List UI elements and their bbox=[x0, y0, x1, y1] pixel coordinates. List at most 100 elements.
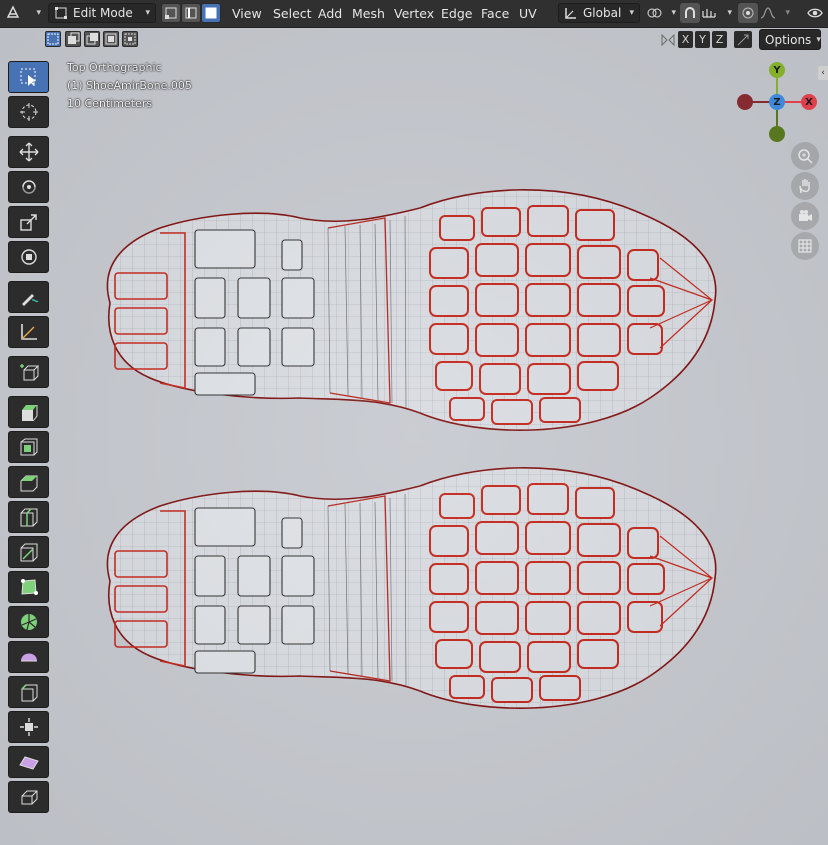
select-box-icon bbox=[20, 68, 36, 86]
view-name: Top Orthographic bbox=[67, 61, 162, 74]
tool-annotate[interactable] bbox=[8, 281, 49, 313]
chevron-down-icon: ▾ bbox=[816, 34, 821, 45]
select-difference-icon bbox=[105, 33, 117, 45]
editor-type-dropdown[interactable]: ▾ bbox=[5, 3, 41, 23]
gizmo-z-axis[interactable]: Z bbox=[769, 94, 785, 110]
edge-select-icon bbox=[185, 7, 197, 19]
shoe-soles-mesh bbox=[106, 188, 717, 710]
tool-extrude[interactable] bbox=[8, 396, 49, 428]
menu-add[interactable]: Add bbox=[313, 3, 347, 23]
menu-select[interactable]: Select bbox=[268, 3, 317, 23]
annotate-icon bbox=[21, 294, 38, 306]
menu-vertex[interactable]: Vertex bbox=[389, 3, 439, 23]
select-mode-new[interactable] bbox=[45, 31, 61, 47]
camera-view-button[interactable] bbox=[791, 202, 819, 230]
snap-increment-icon bbox=[702, 9, 716, 18]
falloff-curve-icon bbox=[760, 7, 776, 19]
vertex-select-icon bbox=[165, 7, 177, 19]
tool-knife[interactable] bbox=[8, 536, 49, 568]
chevron-down-icon: ▾ bbox=[36, 8, 41, 18]
tool-cursor[interactable] bbox=[8, 96, 49, 128]
tool-bevel[interactable] bbox=[8, 466, 49, 498]
tool-edge-slide[interactable] bbox=[8, 676, 49, 708]
tool-poly-build[interactable] bbox=[8, 571, 49, 603]
tool-rotate[interactable] bbox=[8, 171, 49, 203]
proportional-edit-toggle[interactable] bbox=[738, 3, 758, 23]
chevron-down-icon: ▾ bbox=[785, 8, 790, 18]
menu-mesh[interactable]: Mesh bbox=[347, 3, 390, 23]
select-intersect-icon bbox=[124, 33, 136, 45]
ortho-toggle-button[interactable] bbox=[791, 232, 819, 260]
rip-region-icon bbox=[21, 790, 37, 805]
grid-scale: 10 Centimeters bbox=[67, 97, 153, 110]
tool-rip-region[interactable] bbox=[8, 781, 49, 813]
tool-add-cube[interactable] bbox=[8, 356, 49, 388]
pivot-point-dropdown[interactable]: ▾ bbox=[646, 3, 676, 23]
tool-shrink-fatten[interactable] bbox=[8, 711, 49, 743]
tool-select-box[interactable] bbox=[8, 61, 49, 93]
zoom-icon bbox=[798, 149, 813, 164]
smooth-icon bbox=[20, 653, 37, 662]
chevron-down-icon: ▾ bbox=[629, 8, 634, 18]
gizmo-neg-y-axis[interactable] bbox=[769, 126, 785, 142]
edge-select-toggle[interactable] bbox=[181, 3, 201, 23]
tool-smooth[interactable] bbox=[8, 641, 49, 673]
menu-edge[interactable]: Edge bbox=[436, 3, 477, 23]
orientation-label: Global bbox=[583, 6, 622, 20]
gizmo-y-axis[interactable]: Y bbox=[769, 62, 785, 78]
zoom-button[interactable] bbox=[791, 142, 819, 170]
select-mode-subtract[interactable] bbox=[84, 31, 100, 47]
menu-uv[interactable]: UV bbox=[514, 3, 542, 23]
falloff-dropdown[interactable]: ▾ bbox=[760, 3, 790, 23]
select-mode-extend[interactable] bbox=[65, 31, 81, 47]
snap-target-dropdown[interactable]: ▾ bbox=[702, 3, 732, 23]
tool-loop-cut[interactable] bbox=[8, 501, 49, 533]
pan-button[interactable] bbox=[791, 172, 819, 200]
tool-transform[interactable] bbox=[8, 241, 49, 273]
gizmo-neg-x-axis[interactable] bbox=[737, 94, 753, 110]
transform-icon bbox=[20, 249, 37, 265]
mirror-y-toggle[interactable]: Y bbox=[695, 31, 710, 48]
move-icon bbox=[19, 142, 38, 162]
edit-mode-icon bbox=[55, 7, 67, 19]
tool-measure[interactable] bbox=[8, 316, 49, 348]
edge-slide-icon bbox=[20, 684, 37, 702]
select-mode-intersect[interactable] bbox=[122, 31, 138, 47]
knife-icon bbox=[20, 543, 37, 562]
grid-icon bbox=[798, 239, 812, 253]
mirror-x-toggle[interactable]: X bbox=[678, 31, 693, 48]
select-mode-difference[interactable] bbox=[103, 31, 119, 47]
snap-toggle[interactable] bbox=[680, 3, 700, 23]
sidebar-collapse-tab[interactable]: ‹ bbox=[818, 66, 828, 80]
tool-move[interactable] bbox=[8, 136, 49, 168]
tool-spin[interactable] bbox=[8, 606, 49, 638]
3d-viewport[interactable]: Y Z X ‹ bbox=[0, 28, 828, 845]
transform-orientation-dropdown[interactable]: Global ▾ bbox=[558, 3, 640, 23]
inset-icon bbox=[20, 438, 37, 456]
mode-label: Edit Mode bbox=[73, 6, 133, 20]
chevron-down-icon: ▾ bbox=[727, 8, 732, 18]
mode-dropdown[interactable]: Edit Mode ▾ bbox=[48, 3, 156, 23]
visibility-toggle[interactable] bbox=[805, 3, 825, 23]
loop-cut-icon bbox=[20, 508, 37, 527]
tool-scale[interactable] bbox=[8, 206, 49, 238]
mirror-z-toggle[interactable]: Z bbox=[712, 31, 727, 48]
eye-icon bbox=[807, 8, 823, 18]
select-subtract-icon bbox=[86, 33, 98, 45]
shrink-fatten-icon bbox=[19, 718, 38, 736]
spin-icon bbox=[20, 614, 37, 631]
mirror-icon[interactable] bbox=[660, 31, 676, 48]
menu-view[interactable]: View bbox=[227, 3, 267, 23]
viewport-header: ▾ Edit Mode ▾ View Select Add Mesh Verte… bbox=[0, 0, 828, 28]
gizmo-x-axis[interactable]: X bbox=[801, 94, 817, 110]
chevron-down-icon: ▾ bbox=[145, 8, 150, 18]
extrude-icon bbox=[21, 405, 37, 422]
options-dropdown[interactable]: Options ▾ bbox=[759, 29, 821, 50]
bevel-icon bbox=[20, 475, 37, 492]
menu-face[interactable]: Face bbox=[476, 3, 514, 23]
tool-shear[interactable] bbox=[8, 746, 49, 778]
auto-merge-icon[interactable] bbox=[734, 31, 752, 48]
vertex-select-toggle[interactable] bbox=[161, 3, 181, 23]
tool-inset[interactable] bbox=[8, 431, 49, 463]
face-select-toggle[interactable] bbox=[201, 3, 221, 23]
